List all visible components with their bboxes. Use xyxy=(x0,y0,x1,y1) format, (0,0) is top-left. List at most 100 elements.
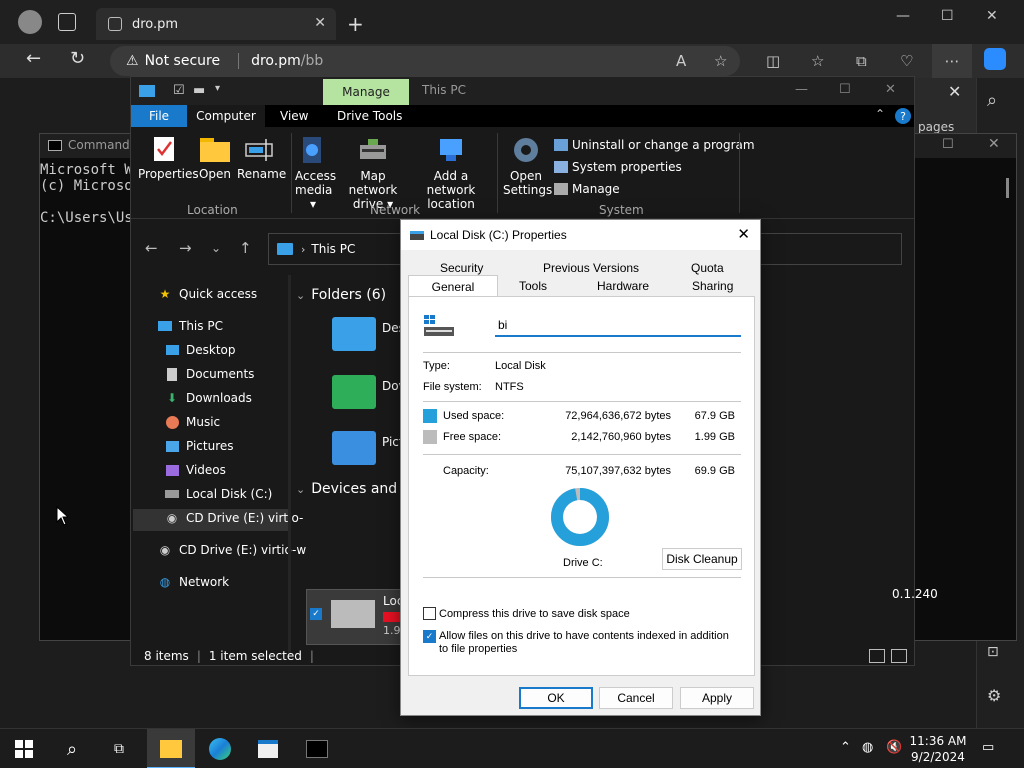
close-popup-icon[interactable]: ✕ xyxy=(948,82,961,101)
downloads-folder-icon[interactable] xyxy=(332,375,376,409)
tab-view[interactable]: View xyxy=(280,109,308,123)
nav-local-disk[interactable]: Local Disk (C:) xyxy=(164,487,272,501)
explorer-close-icon[interactable]: ✕ xyxy=(885,82,896,97)
properties-quick-icon[interactable]: ☑ xyxy=(173,83,185,98)
up-arrow-icon[interactable]: ↑ xyxy=(239,239,252,257)
close-window-icon[interactable]: ✕ xyxy=(986,8,998,24)
tab-computer[interactable]: Computer xyxy=(187,105,265,127)
cmd-maximize-icon[interactable]: ☐ xyxy=(942,137,954,152)
nav-pictures[interactable]: Pictures xyxy=(164,439,234,453)
properties-button[interactable]: Properties xyxy=(138,135,199,181)
cmd-close-icon[interactable]: ✕ xyxy=(988,136,1000,152)
tab-drive-tools[interactable]: Drive Tools xyxy=(337,109,402,123)
explorer-maximize-icon[interactable]: ☐ xyxy=(839,82,851,97)
tab-actions-icon[interactable] xyxy=(58,13,76,31)
customize-quick-access-icon[interactable]: ▾ xyxy=(215,83,220,94)
notifications-icon[interactable]: ▭ xyxy=(982,740,994,755)
rename-button[interactable]: Rename xyxy=(237,135,286,181)
tab-hardware[interactable]: Hardware xyxy=(597,279,649,293)
drive-name-input[interactable] xyxy=(495,315,741,337)
nav-quick-access[interactable]: ★ Quick access xyxy=(157,287,258,301)
minimize-icon[interactable]: — xyxy=(896,8,910,24)
devices-section-header[interactable]: ⌄ Devices and d xyxy=(296,481,411,497)
tab-quota[interactable]: Quota xyxy=(691,261,724,275)
system-properties-button[interactable]: System properties xyxy=(554,160,682,174)
browser-essentials-icon[interactable]: ♡ xyxy=(900,52,913,70)
folders-section-header[interactable]: ⌄ Folders (6) xyxy=(296,287,386,303)
new-tab-icon[interactable]: + xyxy=(347,12,364,36)
ok-button[interactable]: OK xyxy=(519,687,593,709)
network-status-icon[interactable]: ◍ xyxy=(862,740,873,755)
start-windows-icon[interactable] xyxy=(12,737,36,761)
security-label[interactable]: Not secure xyxy=(145,53,221,69)
refresh-icon[interactable]: ↻ xyxy=(70,48,85,69)
properties-close-icon[interactable]: ✕ xyxy=(737,225,750,243)
back-arrow-icon[interactable]: ← xyxy=(145,239,158,257)
desktop-folder-icon[interactable] xyxy=(332,317,376,351)
volume-muted-icon[interactable]: 🔇 xyxy=(886,740,902,755)
nav-cd-drive-child[interactable]: ◉ CD Drive (E:) virtio- xyxy=(164,511,304,525)
compress-label[interactable]: Compress this drive to save disk space xyxy=(439,608,739,621)
explorer-minimize-icon[interactable]: — xyxy=(795,82,808,97)
breadcrumb-chevron-icon[interactable]: › xyxy=(301,243,305,256)
nav-music[interactable]: Music xyxy=(164,415,220,429)
back-icon[interactable]: ← xyxy=(26,48,41,69)
add-network-location-button[interactable]: Add a network location xyxy=(411,135,491,211)
selection-checkbox-icon[interactable]: ✓ xyxy=(310,608,322,620)
profile-avatar-icon[interactable] xyxy=(18,10,42,34)
browser-tab[interactable]: dro.pm ✕ xyxy=(96,8,336,40)
nav-pane-scrollbar[interactable] xyxy=(288,275,291,655)
local-disk-tile-selected[interactable]: ✓ Loc 1.9 xyxy=(306,589,406,645)
search-icon[interactable]: ⌕ xyxy=(987,90,997,111)
close-tab-icon[interactable]: ✕ xyxy=(314,15,326,31)
taskbar-edge-icon[interactable] xyxy=(208,737,232,761)
collections-icon[interactable]: ⧉ xyxy=(856,52,867,70)
favorite-star-icon[interactable]: ☆ xyxy=(714,52,727,70)
access-media-button[interactable]: Access media ▾ xyxy=(295,135,336,211)
taskbar-terminal-icon[interactable] xyxy=(305,737,329,761)
cancel-button[interactable]: Cancel xyxy=(599,687,673,709)
tab-general[interactable]: General xyxy=(408,275,498,297)
new-folder-quick-icon[interactable]: ▬ xyxy=(193,83,205,98)
explorer-titlebar[interactable]: ☑ ▬ ▾ Manage This PC — ☐ ✕ xyxy=(131,77,914,105)
tab-security[interactable]: Security xyxy=(440,261,483,275)
breadcrumb-this-pc[interactable]: This PC xyxy=(311,242,355,256)
maximize-icon[interactable]: ☐ xyxy=(941,8,954,24)
recent-locations-icon[interactable]: ⌄ xyxy=(211,241,221,255)
large-icons-view-icon[interactable] xyxy=(891,649,907,663)
taskbar-search-icon[interactable]: ⌕ xyxy=(60,737,84,761)
taskbar-explorer-icon[interactable] xyxy=(159,737,183,761)
address-bar[interactable]: ⚠ Not secure dro.pm/bb xyxy=(110,46,740,76)
details-view-icon[interactable] xyxy=(869,649,885,663)
tab-tools[interactable]: Tools xyxy=(519,279,547,293)
task-view-icon[interactable]: ⧉ xyxy=(107,737,131,761)
forward-arrow-icon[interactable]: → xyxy=(179,239,192,257)
nav-documents[interactable]: Documents xyxy=(164,367,254,381)
apply-button[interactable]: Apply xyxy=(680,687,754,709)
nav-downloads[interactable]: ⬇ Downloads xyxy=(164,391,252,405)
manage-button[interactable]: Manage xyxy=(554,182,620,196)
tab-sharing[interactable]: Sharing xyxy=(692,279,733,293)
manage-contextual-tab[interactable]: Manage xyxy=(323,79,409,105)
pictures-folder-icon[interactable] xyxy=(332,431,376,465)
properties-titlebar[interactable]: Local Disk (C:) Properties ✕ xyxy=(401,220,760,250)
nav-this-pc[interactable]: This PC xyxy=(157,319,223,333)
open-settings-button[interactable]: Open Settings xyxy=(503,135,552,197)
disk-cleanup-button[interactable]: Disk Cleanup xyxy=(662,548,742,570)
screenshot-icon[interactable]: ⊡ xyxy=(987,644,999,660)
copilot-icon[interactable] xyxy=(984,48,1006,70)
index-checkbox[interactable]: ✓ xyxy=(423,630,436,643)
nav-videos[interactable]: Videos xyxy=(164,463,226,477)
map-network-drive-button[interactable]: Map network drive ▾ xyxy=(337,135,409,211)
sidebar-settings-icon[interactable]: ⚙ xyxy=(987,686,1001,705)
tab-file[interactable]: File xyxy=(131,105,187,127)
collapse-chevron-icon[interactable]: ⌄ xyxy=(296,483,305,496)
show-hidden-icons-icon[interactable]: ⌃ xyxy=(840,740,851,755)
index-label[interactable]: Allow files on this drive to have conten… xyxy=(439,630,739,656)
taskbar-clock[interactable]: 11:36 AM 9/2/2024 xyxy=(908,733,968,765)
warning-icon[interactable]: ⚠ xyxy=(126,53,139,69)
open-button[interactable]: Open xyxy=(195,135,235,181)
tab-previous-versions[interactable]: Previous Versions xyxy=(543,261,639,275)
cmd-scrollbar[interactable] xyxy=(1006,178,1009,198)
compress-checkbox[interactable] xyxy=(423,607,436,620)
